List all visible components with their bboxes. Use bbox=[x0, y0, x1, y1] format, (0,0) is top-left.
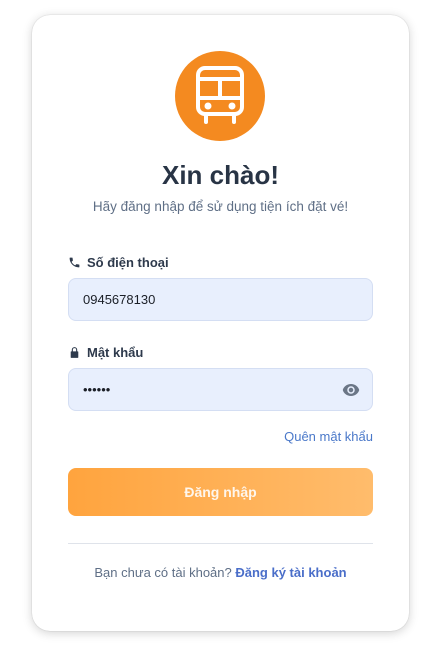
eye-icon[interactable] bbox=[342, 382, 360, 398]
phone-label-text: Số điện thoại bbox=[87, 255, 169, 270]
password-label-text: Mật khẩu bbox=[87, 345, 144, 360]
phone-icon bbox=[69, 257, 80, 268]
signup-prompt: Bạn chưa có tài khoản? Đăng ký tài khoản bbox=[32, 565, 409, 580]
login-card: Xin chào! Hãy đăng nhập để sử dụng tiện … bbox=[32, 15, 409, 631]
divider bbox=[68, 543, 373, 544]
forgot-password-link[interactable]: Quên mật khẩu bbox=[284, 429, 373, 444]
signup-link[interactable]: Đăng ký tài khoản bbox=[235, 565, 346, 580]
bus-icon bbox=[196, 66, 244, 124]
password-input[interactable] bbox=[83, 382, 358, 397]
phone-input[interactable] bbox=[83, 292, 358, 307]
lock-icon bbox=[70, 347, 79, 358]
login-button[interactable]: Đăng nhập bbox=[68, 468, 373, 516]
logo bbox=[175, 51, 265, 141]
phone-field[interactable] bbox=[68, 278, 373, 321]
phone-label: Số điện thoại bbox=[68, 255, 169, 270]
signup-prompt-text: Bạn chưa có tài khoản? bbox=[94, 565, 236, 580]
password-field[interactable] bbox=[68, 368, 373, 411]
password-label: Mật khẩu bbox=[68, 345, 143, 360]
page-subtitle: Hãy đăng nhập để sử dụng tiện ích đặt vé… bbox=[92, 199, 349, 214]
page-title: Xin chào! bbox=[161, 160, 279, 190]
